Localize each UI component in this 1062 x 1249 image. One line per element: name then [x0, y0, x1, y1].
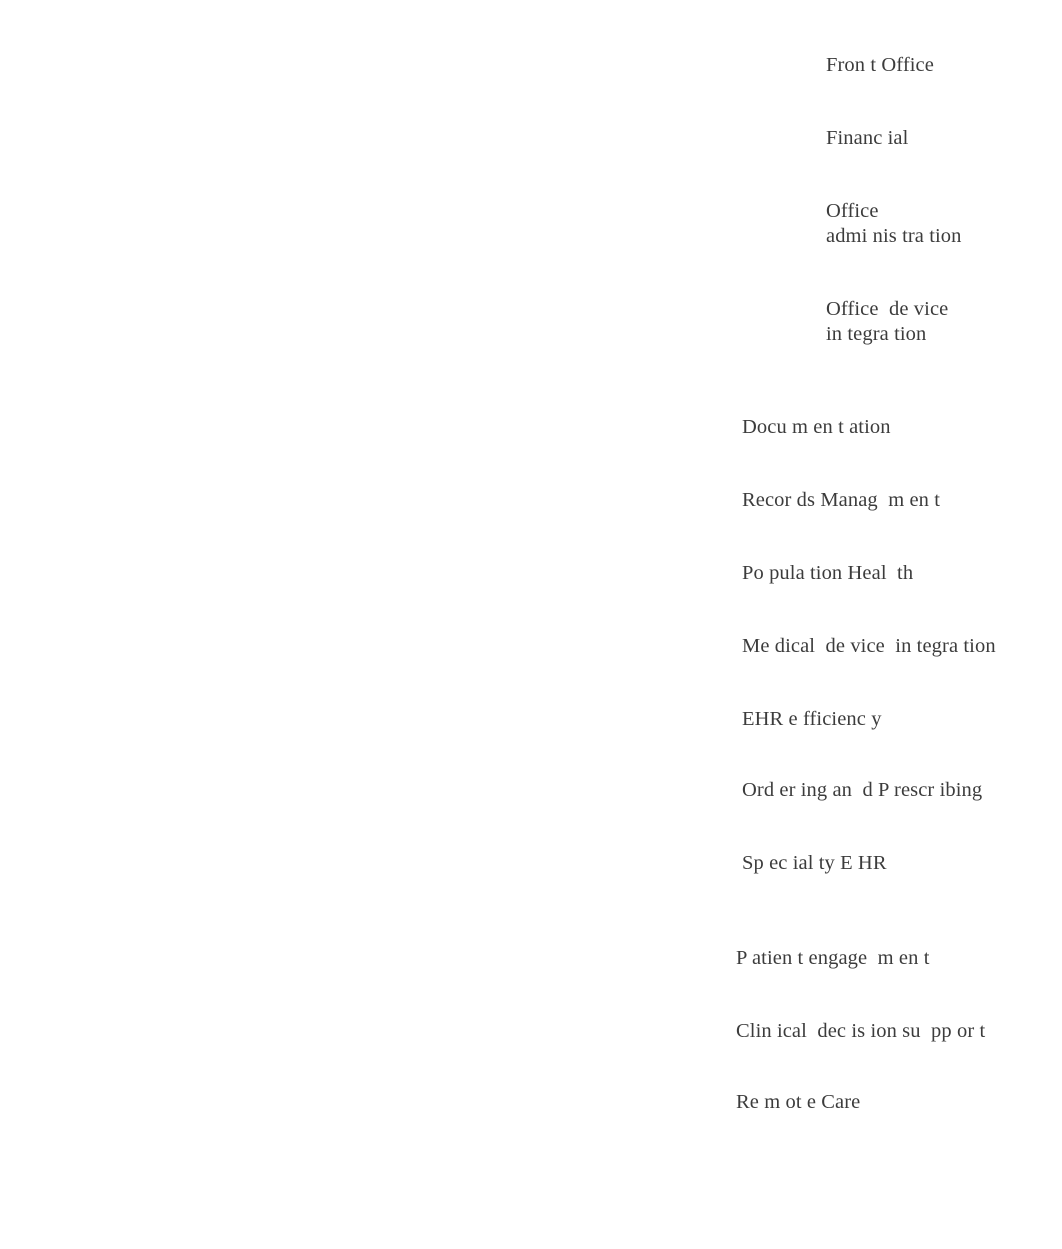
document-page: Fron t Office Financ ial Office admi nis…	[0, 0, 1062, 1249]
outline-item-financial: Financ ial	[826, 127, 909, 149]
outline-item-population-health: Po pula tion Heal th	[742, 562, 914, 584]
outline-item-clinical-decision-support: Clin ical dec is ion su pp or t	[736, 1020, 986, 1042]
outline-item-front-office: Fron t Office	[826, 54, 934, 76]
outline-item-records-management: Recor ds Manag m en t	[742, 489, 941, 511]
outline-item-remote-care: Re m ot e Care	[736, 1091, 861, 1113]
outline-item-medical-device-integration: Me dical de vice in tegra tion	[742, 635, 996, 657]
outline-item-office-device-integration: Office de vice in tegra tion	[826, 298, 949, 345]
outline-item-ordering-prescribing: Ord er ing an d P rescr ibing	[742, 779, 983, 801]
outline-item-ehr-efficiency: EHR e fficienc y	[742, 708, 882, 730]
outline-item-documentation: Docu m en t ation	[742, 416, 891, 438]
outline-item-specialty-ehr: Sp ec ial ty E HR	[742, 852, 887, 874]
outline-item-office-administration: Office admi nis tra tion	[826, 200, 962, 247]
outline-item-patient-engagement: P atien t engage m en t	[736, 947, 930, 969]
